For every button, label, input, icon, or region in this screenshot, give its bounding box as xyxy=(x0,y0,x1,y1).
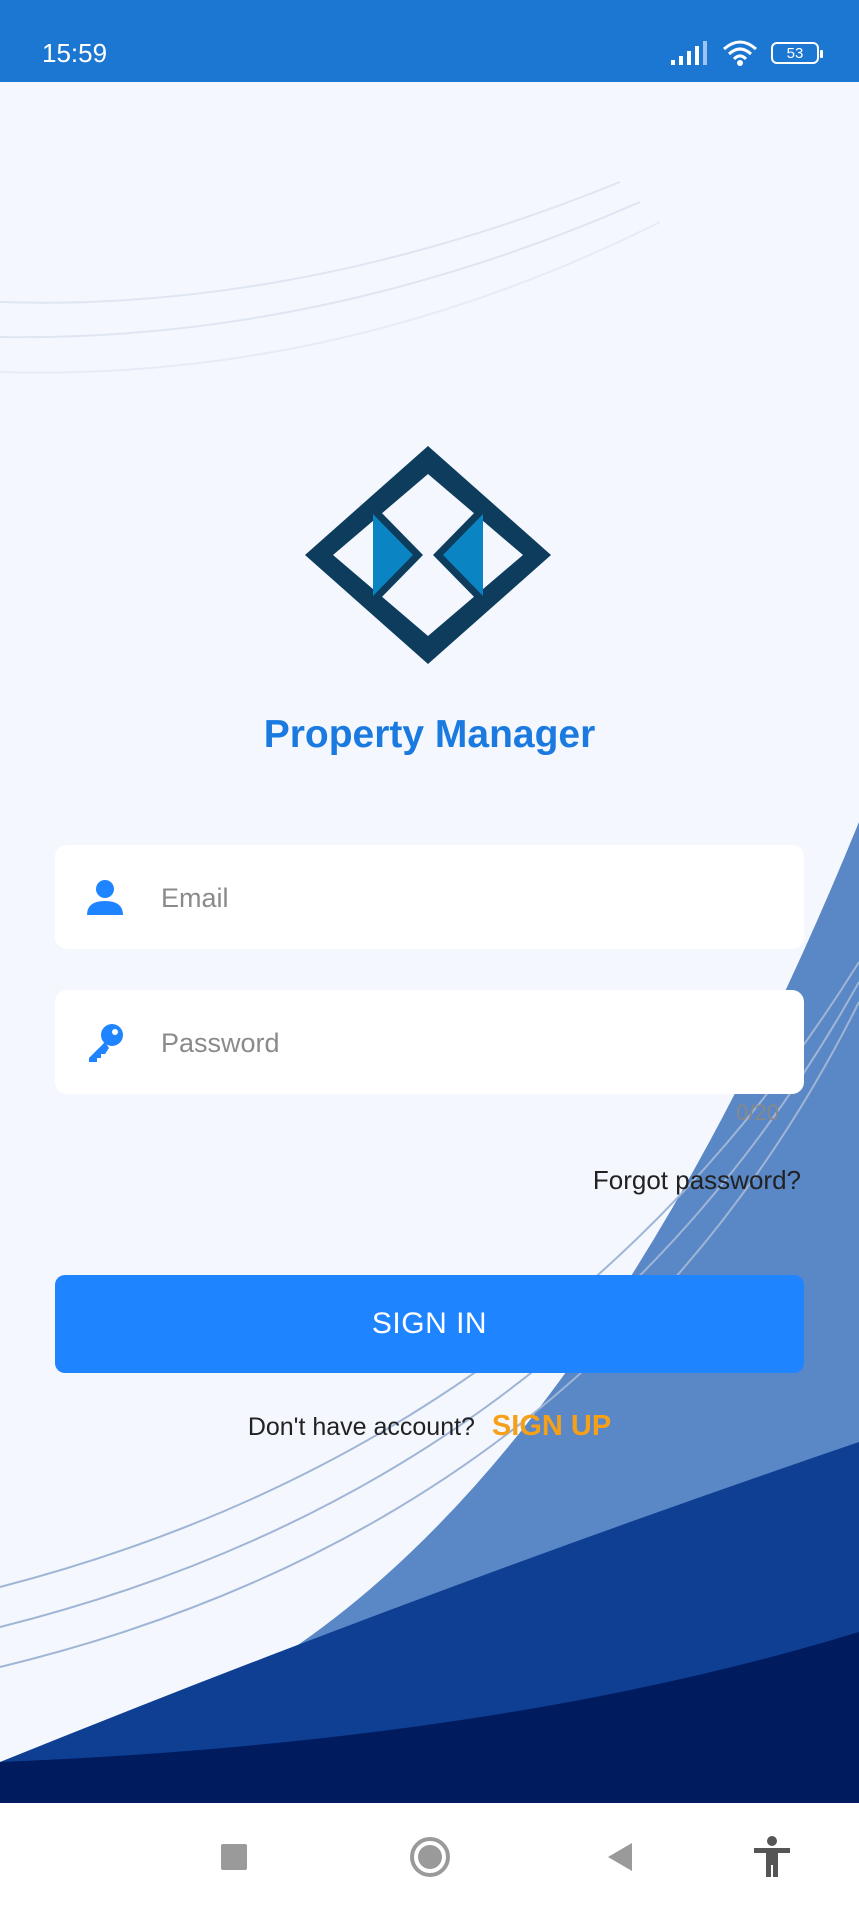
wifi-icon xyxy=(723,40,757,66)
sign-in-button[interactable]: SIGN IN xyxy=(55,1275,804,1373)
accessibility-icon[interactable] xyxy=(750,1835,794,1879)
password-field[interactable] xyxy=(55,990,804,1096)
back-icon[interactable] xyxy=(600,1835,644,1879)
sign-up-link[interactable]: SIGN UP xyxy=(492,1410,611,1442)
signup-row: Don't have account? SIGN UP xyxy=(0,1410,859,1443)
user-icon xyxy=(87,880,123,915)
key-icon xyxy=(89,1024,123,1062)
recents-icon[interactable] xyxy=(212,1835,256,1879)
app-title: Property Manager xyxy=(263,713,596,756)
status-bar: 15:59 53 xyxy=(0,0,859,82)
battery-level: 53 xyxy=(786,44,804,62)
signal-icon xyxy=(671,41,707,65)
home-icon[interactable] xyxy=(408,1835,452,1879)
diamond-key-logo xyxy=(305,446,551,664)
password-input[interactable] xyxy=(159,990,783,1096)
email-input[interactable] xyxy=(159,845,783,951)
status-time: 15:59 xyxy=(42,38,108,68)
battery-icon: 53 xyxy=(771,42,823,64)
navigation-bar xyxy=(0,1803,859,1908)
email-field[interactable] xyxy=(55,845,804,951)
password-counter: 0/20 xyxy=(736,1100,779,1125)
forgot-password-link[interactable]: Forgot password? xyxy=(593,1165,801,1196)
status-icons: 53 xyxy=(669,38,823,68)
no-account-text: Don't have account? xyxy=(247,1413,475,1441)
